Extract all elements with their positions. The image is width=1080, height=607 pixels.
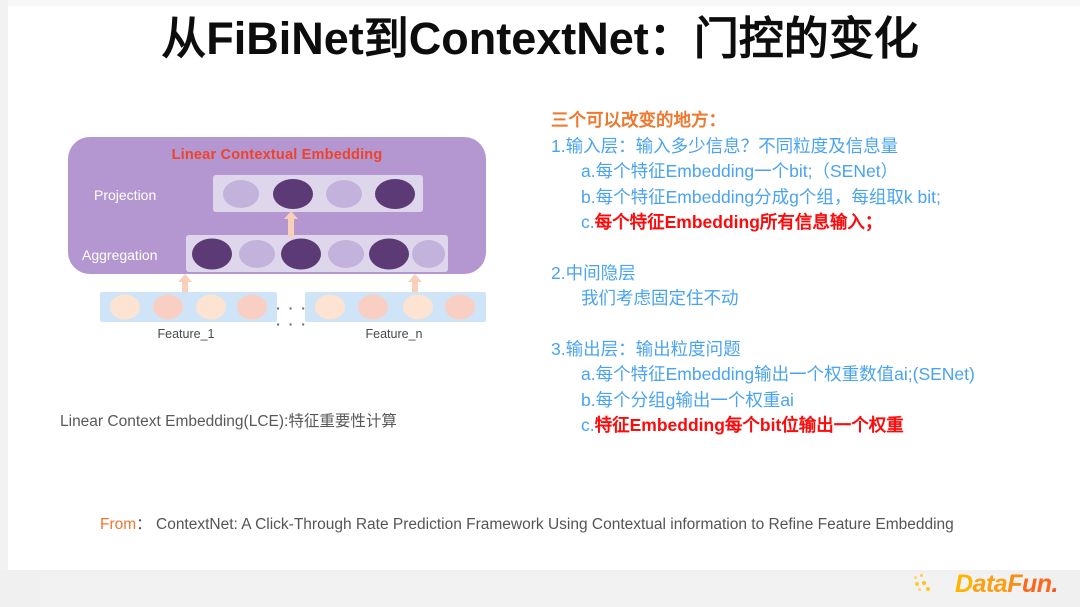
notes-heading: 三个可以改变的地方： (551, 110, 726, 130)
feature-dot (403, 294, 433, 320)
feature-dot (358, 294, 388, 320)
feature-dot (445, 294, 475, 320)
logo-part-5: . (1051, 570, 1059, 598)
logo-part-2: ata (972, 570, 1008, 598)
datafun-logo: DataFun. (908, 569, 1059, 599)
notes-line-3b: b.每个分组g输出一个权重ai (581, 389, 794, 410)
feature-dot (315, 294, 345, 320)
logo-text: DataFun. (955, 570, 1059, 599)
aggregation-dot (328, 239, 364, 268)
projection-dot (326, 179, 362, 208)
feature-box-n (305, 292, 486, 322)
citation-text: ContextNet: A Click-Through Rate Predict… (156, 516, 954, 533)
projection-dot (375, 178, 415, 209)
aggregation-dot (412, 239, 445, 268)
aggregation-row-label: Aggregation (82, 247, 158, 263)
citation-block: From： ContextNet: A Click-Through Rate P… (100, 514, 1000, 536)
page-title: 从FiBiNet到ContextNet：门控的变化 (161, 13, 919, 64)
diagram-caption: Linear Context Embedding(LCE):特征重要性计算 (60, 413, 397, 430)
aggregation-dot (369, 238, 409, 269)
notes-line-1c-body: 每个特征Embedding所有信息输入； (594, 212, 883, 232)
lce-diagram: Linear Contextual Embedding Projection A… (68, 137, 493, 352)
lce-container-title: Linear Contextual Embedding (171, 147, 383, 163)
citation-keyword: From (100, 516, 137, 533)
notes-line-3a: a.每个特征Embedding输出一个权重数值ai;(SENet) (581, 364, 975, 384)
notes-spacer-2 (551, 312, 1071, 337)
aggregation-dot (192, 238, 232, 269)
notes-line-3c: c.特征Embedding每个bit位输出一个权重 (551, 413, 1071, 439)
notes-line-1a: a.每个特征Embedding一个bit;（SENet） (581, 161, 899, 181)
aggregation-dot (239, 239, 275, 268)
logo-part-3: F (1007, 570, 1022, 598)
slide-canvas: 从FiBiNet到ContextNet：门控的变化 Linear Context… (0, 0, 1080, 607)
feature-dot (110, 294, 140, 320)
projection-dot (223, 179, 259, 208)
citation-separator: ： (136, 516, 152, 533)
slide-top-edge (0, 0, 1080, 6)
notes-line-1: 1.输入层：输入多少信息？不同粒度及信息量 (551, 135, 899, 156)
aggregation-dot (281, 238, 321, 269)
projection-dot (273, 178, 313, 209)
logo-dots-icon (914, 574, 936, 592)
notes-section-2-title: 2.中间隐层 (551, 262, 636, 283)
aggregation-track (186, 235, 448, 272)
projection-track (213, 175, 423, 212)
arrow-aggregation-to-projection (284, 211, 298, 237)
feature-box-1 (100, 292, 277, 322)
notes-line-1c-prefix: c. (581, 212, 595, 232)
feature-dot (153, 294, 183, 320)
logo-part-4: un (1022, 570, 1052, 598)
feature-label-n: Feature_n (365, 327, 423, 341)
projection-row-label: Projection (94, 187, 157, 203)
feature-dot (196, 294, 226, 320)
slide-left-edge (0, 0, 8, 607)
notes-line-1c: c.每个特征Embedding所有信息输入； (551, 210, 1071, 236)
footer-band-inner (40, 574, 1040, 607)
notes-line-1b: b.每个特征Embedding分成g个组，每组取k bit; (581, 186, 941, 207)
notes-section-3-title: 3.输出层：输出粒度问题 (551, 338, 741, 359)
feature-dot (237, 294, 267, 320)
notes-section-2-body: 我们考虑固定住不动 (581, 288, 739, 308)
feature-label-1: Feature_1 (157, 327, 215, 341)
notes-line-3c-body: 特征Embedding每个bit位输出一个权重 (594, 415, 904, 435)
notes-spacer-1 (551, 236, 1071, 261)
notes-block: 三个可以改变的地方： 1.输入层：输入多少信息？不同粒度及信息量 a.每个特征E… (551, 108, 1071, 439)
logo-part-1: D (955, 570, 973, 598)
notes-line-3c-prefix: c. (581, 415, 595, 435)
